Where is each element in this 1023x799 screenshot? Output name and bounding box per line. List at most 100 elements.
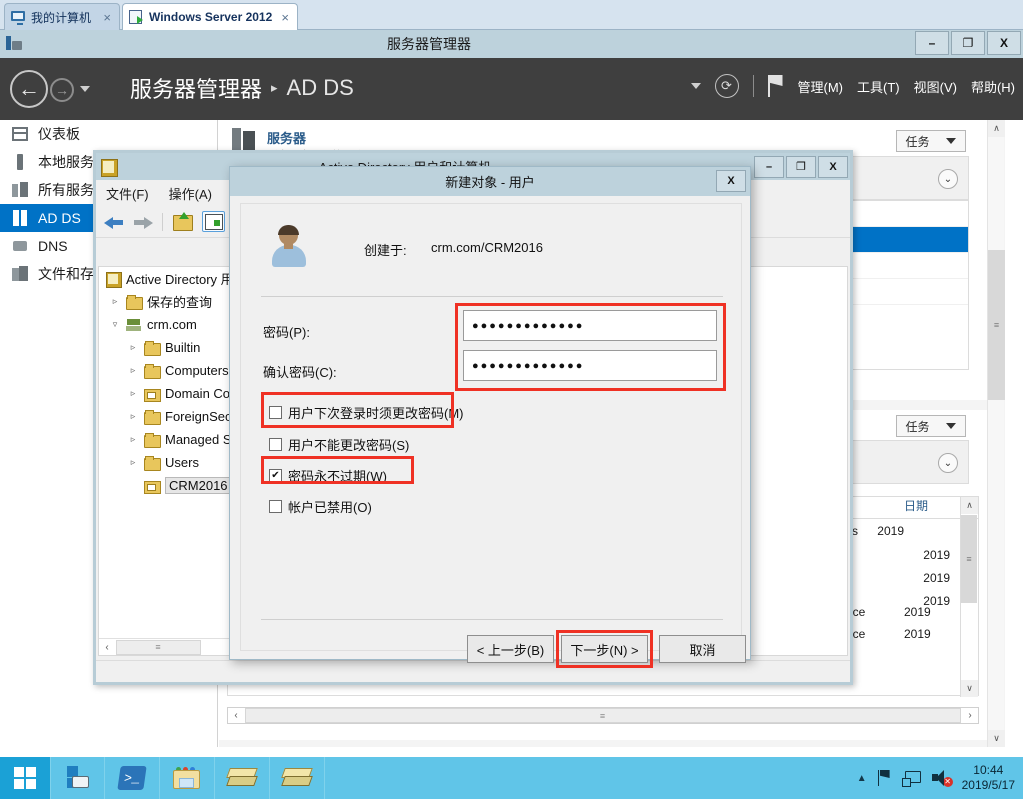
checkbox-box[interactable] <box>269 500 282 513</box>
close-button[interactable]: X <box>818 155 848 178</box>
collapse-arrow-icon[interactable]: ▿ <box>109 319 121 330</box>
events-vertical-scrollbar[interactable]: ∧ ≡ ∨ <box>960 497 978 697</box>
sidebar-item-dashboard[interactable]: 仪表板 <box>0 120 217 148</box>
menu-manage[interactable]: 管理(M) <box>798 77 844 96</box>
browser-tab-label: 我的计算机 <box>31 10 92 25</box>
created-in-value: crm.com/CRM2016 <box>431 240 543 255</box>
chevron-down-icon <box>946 423 957 429</box>
cannot-change-password-checkbox[interactable]: 用户不能更改密码(S) <box>269 435 409 454</box>
divider <box>261 296 723 297</box>
ou-icon <box>144 387 161 402</box>
chevron-down-icon[interactable] <box>690 83 701 89</box>
expand-arrow-icon[interactable]: ▹ <box>127 365 139 376</box>
scroll-down-button[interactable]: ∨ <box>988 730 1005 747</box>
volume-muted-icon[interactable]: ✕ <box>931 770 953 787</box>
scroll-left-button[interactable]: ‹ <box>228 710 244 721</box>
maximize-button[interactable]: ❐ <box>951 31 985 55</box>
browser-tab-windows-server-2012[interactable]: Windows Server 2012 × <box>122 3 298 30</box>
up-folder-icon[interactable] <box>172 212 193 231</box>
scrollbar-thumb[interactable]: ≡ <box>961 515 977 603</box>
menu-action[interactable]: 操作(A) <box>169 184 212 203</box>
scrollbar-thumb[interactable]: ≡ <box>245 708 961 723</box>
browser-tab-label: Windows Server 2012 <box>149 10 273 24</box>
password-never-expires-checkbox[interactable]: ✔ 密码永不过期(W) <box>269 466 387 485</box>
expand-arrow-icon[interactable]: ▹ <box>127 342 139 353</box>
show-console-tree-icon[interactable] <box>202 211 225 232</box>
servers-tasks-button[interactable]: 任务 <box>896 130 966 152</box>
tree-node-label: CRM2016 <box>165 477 232 494</box>
show-hidden-icons-icon[interactable]: ▲ <box>857 773 867 784</box>
collapse-icon[interactable]: ⌄ <box>938 169 958 189</box>
menu-view[interactable]: 视图(V) <box>914 77 957 96</box>
taskbar-file-explorer[interactable] <box>160 757 215 799</box>
mmc-window-controls: – ❐ X <box>752 155 848 178</box>
user-avatar-icon <box>269 225 309 268</box>
close-icon[interactable]: × <box>101 11 113 24</box>
breadcrumb-root[interactable]: 服务器管理器 <box>130 72 262 104</box>
expand-arrow-icon[interactable]: ▹ <box>127 434 139 445</box>
menu-help[interactable]: 帮助(H) <box>971 77 1015 96</box>
taskbar-mmc-1[interactable] <box>215 757 270 799</box>
checkbox-box[interactable] <box>269 406 282 419</box>
window-controls: – ❐ X <box>913 31 1021 57</box>
network-icon[interactable] <box>901 770 921 787</box>
refresh-icon[interactable]: ⟳ <box>714 74 739 98</box>
flag-action-center-icon[interactable] <box>877 770 891 786</box>
row-date: 2019 <box>923 570 950 585</box>
file-storage-icon <box>12 266 29 282</box>
back-button[interactable]: < 上一步(B) <box>467 635 554 663</box>
cancel-button[interactable]: 取消 <box>659 635 746 663</box>
close-icon[interactable]: × <box>279 11 291 24</box>
clock[interactable]: 10:44 2019/5/17 <box>962 763 1015 793</box>
chevron-down-icon[interactable] <box>80 86 90 92</box>
taskbar: >_ ▲ ✕ 10:44 2019/5/17 <box>0 757 1023 799</box>
forward-button[interactable]: → <box>50 78 74 102</box>
password-field[interactable]: ●●●●●●●●●●●●● <box>463 310 717 341</box>
breadcrumb-current: AD DS <box>286 75 354 100</box>
next-button[interactable]: 下一步(N) > <box>561 635 648 663</box>
must-change-password-checkbox[interactable]: 用户下次登录时须更改密码(M) <box>269 403 464 422</box>
new-object-user-dialog: 新建对象 - 用户 X 创建于: crm.com/CRM2016 密码(P): … <box>229 166 751 668</box>
scrollbar-thumb[interactable]: ≡ <box>116 639 201 655</box>
expand-arrow-icon[interactable]: ▹ <box>127 388 139 399</box>
checkbox-box[interactable]: ✔ <box>269 469 282 482</box>
scroll-left-button[interactable]: ‹ <box>99 642 115 653</box>
taskbar-server-manager[interactable] <box>50 757 105 799</box>
events-horizontal-scrollbar[interactable]: ‹ ≡ › <box>227 707 979 724</box>
back-arrow-icon[interactable] <box>104 214 124 230</box>
minimize-button[interactable]: – <box>915 31 949 55</box>
sidebar-item-label: DNS <box>38 238 68 254</box>
notifications-flag-icon[interactable] <box>767 75 784 97</box>
account-disabled-checkbox[interactable]: 帐户已禁用(O) <box>269 497 372 516</box>
expand-arrow-icon[interactable]: ▹ <box>109 296 121 307</box>
start-button[interactable] <box>0 757 50 799</box>
scroll-up-button[interactable]: ∧ <box>988 120 1005 137</box>
expand-arrow-icon[interactable]: ▹ <box>127 411 139 422</box>
ou-icon <box>144 479 161 494</box>
created-in-label: 创建于: <box>364 243 407 258</box>
back-button[interactable]: ← <box>10 70 48 108</box>
collapse-icon[interactable]: ⌄ <box>938 453 958 473</box>
maximize-button[interactable]: ❐ <box>786 155 816 178</box>
expand-arrow-icon[interactable]: ▹ <box>127 457 139 468</box>
menu-file[interactable]: 文件(F) <box>106 184 149 203</box>
content-vertical-scrollbar[interactable]: ∧ ≡ ∨ <box>987 120 1005 747</box>
close-button[interactable]: X <box>987 31 1021 55</box>
events-tasks-button[interactable]: 任务 <box>896 415 966 437</box>
close-button[interactable]: X <box>716 170 746 192</box>
taskbar-mmc-2[interactable] <box>270 757 325 799</box>
powershell-icon: >_ <box>117 766 147 790</box>
scroll-up-button[interactable]: ∧ <box>961 497 978 514</box>
taskbar-powershell[interactable]: >_ <box>105 757 160 799</box>
checkbox-box[interactable] <box>269 438 282 451</box>
scroll-right-button[interactable]: › <box>962 710 978 721</box>
scroll-down-button[interactable]: ∨ <box>961 680 978 697</box>
browser-tab-my-computer[interactable]: 我的计算机 × <box>4 3 120 30</box>
forward-arrow-icon[interactable] <box>133 214 153 230</box>
menu-tools[interactable]: 工具(T) <box>857 77 900 96</box>
minimize-button[interactable]: – <box>754 155 784 178</box>
confirm-password-field[interactable]: ●●●●●●●●●●●●● <box>463 350 717 381</box>
checkbox-label: 用户不能更改密码(S) <box>288 438 410 453</box>
monitor-icon <box>11 10 26 25</box>
scrollbar-thumb[interactable]: ≡ <box>988 250 1005 400</box>
